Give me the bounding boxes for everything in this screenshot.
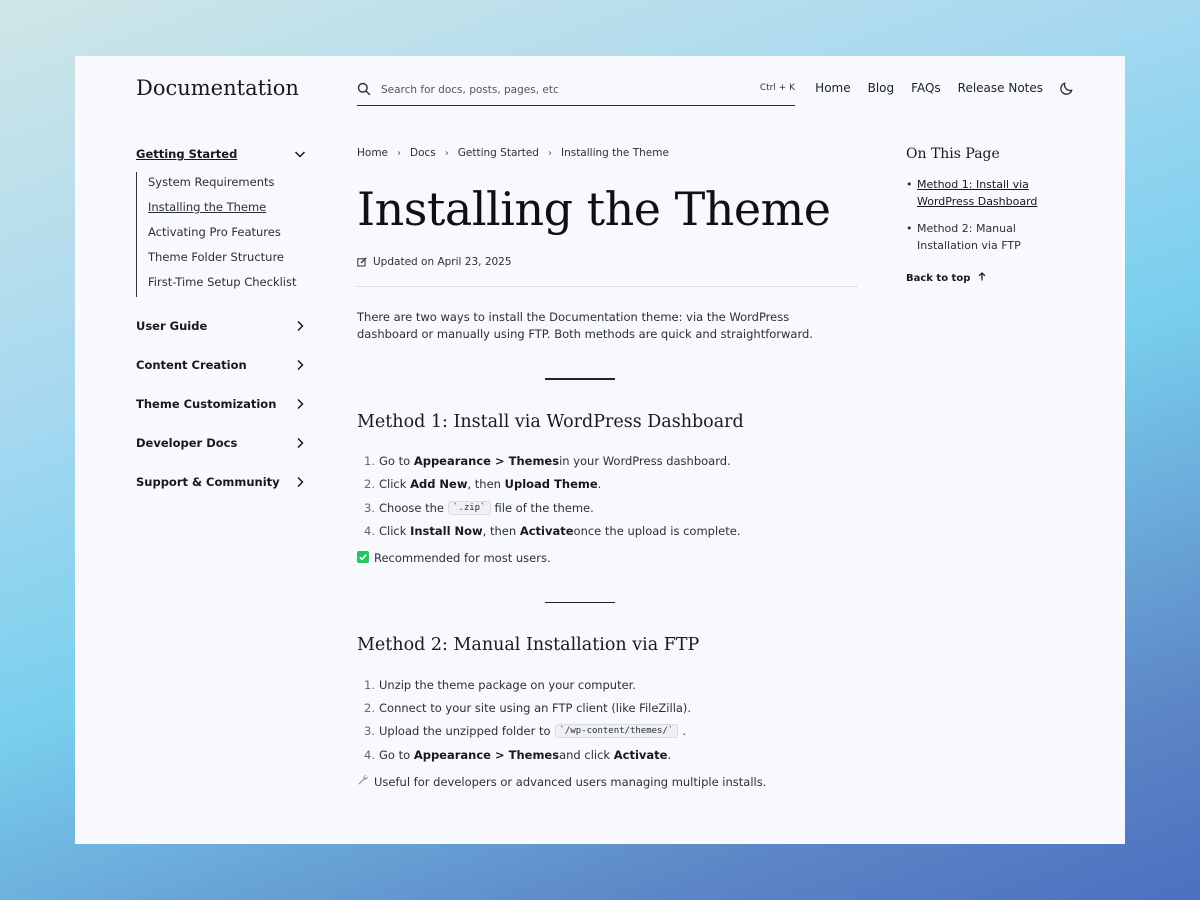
method2-steps: 1. Unzip the theme package on your comput… bbox=[357, 673, 857, 766]
inline-code: `.zip` bbox=[448, 500, 491, 515]
page-title: Installing the Theme bbox=[357, 182, 831, 236]
list-item: 3. Upload the unzipped folder to `/wp-con… bbox=[364, 724, 686, 739]
chevron-right-icon[interactable] bbox=[294, 476, 306, 488]
nav-faqs[interactable]: FAQs bbox=[911, 81, 941, 95]
list-item: 2. Click Add New, then Upload Theme. bbox=[364, 477, 602, 492]
method1-note: Recommended for most users. bbox=[357, 550, 857, 566]
breadcrumb-getting-started[interactable]: Getting Started bbox=[458, 147, 539, 159]
breadcrumb: Home › Docs › Getting Started › Installi… bbox=[357, 144, 857, 162]
chevron-right-icon[interactable] bbox=[294, 359, 306, 371]
on-this-page: On This Page • Method 1: Install via Word… bbox=[906, 146, 1076, 284]
chevron-down-icon[interactable] bbox=[294, 148, 306, 160]
breadcrumb-home[interactable]: Home bbox=[357, 147, 388, 159]
sidebar-section-label[interactable]: Content Creation bbox=[136, 358, 247, 372]
sidebar-section-content-creation[interactable]: Content Creation bbox=[136, 355, 306, 375]
method1-heading: Method 1: Install via WordPress Dashboar… bbox=[357, 411, 744, 432]
search-shortcut: Ctrl + K bbox=[759, 83, 795, 93]
toc-item-method-1[interactable]: • Method 1: Install via WordPress Dashboa… bbox=[906, 176, 1076, 210]
sidebar-item-theme-folder-structure[interactable]: Theme Folder Structure bbox=[148, 247, 306, 272]
main-content: Home › Docs › Getting Started › Installi… bbox=[357, 144, 857, 789]
list-item: 3. Choose the `.zip` file of the theme. bbox=[364, 500, 594, 515]
sidebar-section-label[interactable]: Developer Docs bbox=[136, 436, 237, 450]
nav-home[interactable]: Home bbox=[815, 81, 850, 95]
chevron-right-icon: › bbox=[444, 147, 449, 159]
arrow-up-icon bbox=[978, 272, 986, 284]
sidebar-item-activating-pro-features[interactable]: Activating Pro Features bbox=[148, 222, 306, 247]
check-box-icon bbox=[357, 550, 369, 566]
section-divider bbox=[545, 601, 615, 604]
sidebar-subitems: System Requirements Installing the Theme… bbox=[136, 172, 306, 297]
breadcrumb-current: Installing the Theme bbox=[560, 147, 669, 159]
sidebar-section-label[interactable]: Getting Started bbox=[136, 147, 237, 161]
sidebar-item-first-time-setup-checklist[interactable]: First-Time Setup Checklist bbox=[148, 272, 306, 297]
sidebar-section-user-guide[interactable]: User Guide bbox=[136, 316, 306, 336]
sidebar-section-getting-started: Getting Started System Requirements Inst… bbox=[136, 144, 306, 297]
chevron-right-icon: › bbox=[547, 147, 552, 159]
updated-text: Updated on April 23, 2025 bbox=[373, 256, 512, 268]
list-item: 1. Go to Appearance > Themes in your Word… bbox=[364, 454, 731, 469]
nav-blog[interactable]: Blog bbox=[868, 81, 895, 95]
search-icon bbox=[357, 82, 371, 96]
sidebar-section-label[interactable]: Theme Customization bbox=[136, 397, 276, 411]
top-nav: Home Blog FAQs Release Notes bbox=[798, 80, 1075, 96]
list-item: 4. Go to Appearance > Themes and click Ac… bbox=[364, 747, 672, 762]
chevron-right-icon[interactable] bbox=[294, 320, 306, 332]
sidebar-section-header[interactable]: Getting Started bbox=[136, 144, 306, 164]
sidebar-section-theme-customization[interactable]: Theme Customization bbox=[136, 394, 306, 414]
nav-release-notes[interactable]: Release Notes bbox=[958, 81, 1043, 95]
chevron-right-icon: › bbox=[397, 147, 402, 159]
sidebar-section-label[interactable]: User Guide bbox=[136, 319, 207, 333]
divider bbox=[357, 286, 857, 287]
updated-date: Updated on April 23, 2025 bbox=[357, 256, 857, 268]
sidebar-item-installing-the-theme[interactable]: Installing the Theme bbox=[148, 197, 306, 222]
moon-icon[interactable] bbox=[1059, 80, 1075, 96]
chevron-right-icon[interactable] bbox=[294, 437, 306, 449]
method1-steps: 1. Go to Appearance > Themes in your Word… bbox=[357, 450, 857, 543]
sidebar-section-label[interactable]: Support & Community bbox=[136, 475, 280, 489]
back-to-top-link[interactable]: Back to top bbox=[906, 272, 1076, 284]
sidebar-section-support-community[interactable]: Support & Community bbox=[136, 472, 306, 492]
sidebar-section-developer-docs[interactable]: Developer Docs bbox=[136, 433, 306, 453]
chevron-right-icon[interactable] bbox=[294, 398, 306, 410]
edit-icon bbox=[357, 257, 367, 267]
site-title[interactable]: Documentation bbox=[136, 76, 299, 100]
list-item: 4. Click Install Now, then Activate once … bbox=[364, 524, 741, 539]
toc-list: • Method 1: Install via WordPress Dashboa… bbox=[906, 176, 1076, 254]
toc-title: On This Page bbox=[906, 146, 1000, 162]
wrench-icon bbox=[357, 774, 369, 789]
sidebar: Getting Started System Requirements Inst… bbox=[136, 144, 306, 492]
method2-note: Useful for developers or advanced users … bbox=[357, 774, 857, 789]
list-item: 1. Unzip the theme package on your comput… bbox=[364, 677, 636, 692]
search-input[interactable] bbox=[381, 81, 741, 99]
breadcrumb-docs[interactable]: Docs bbox=[410, 147, 436, 159]
intro-paragraph: There are two ways to install the Docume… bbox=[357, 310, 813, 341]
docs-window: Documentation Ctrl + K Home Blog FAQs Re… bbox=[75, 56, 1125, 844]
inline-code: `/wp-content/themes/` bbox=[554, 724, 679, 739]
toc-item-method-2[interactable]: • Method 2: Manual Installation via FTP bbox=[906, 220, 1076, 254]
sidebar-item-system-requirements[interactable]: System Requirements bbox=[148, 172, 306, 197]
list-item: 2. Connect to your site using an FTP clie… bbox=[364, 701, 692, 716]
method2-heading: Method 2: Manual Installation via FTP bbox=[357, 635, 700, 656]
search-bar[interactable]: Ctrl + K bbox=[357, 76, 795, 106]
section-divider bbox=[545, 378, 615, 380]
